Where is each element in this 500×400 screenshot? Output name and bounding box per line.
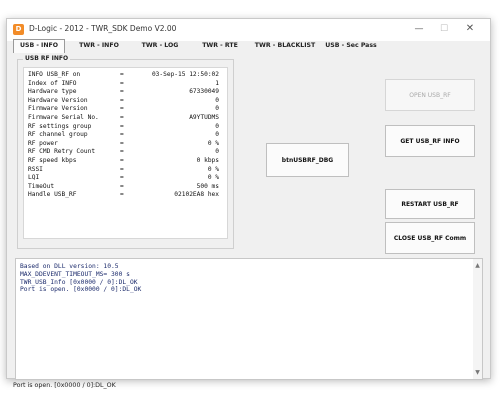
info-key: RF power (28, 139, 58, 147)
info-eq: = (120, 182, 124, 190)
info-row: RF CMD Retry Count = 0 (28, 148, 223, 157)
open-usb-rf-button[interactable]: OPEN USB_RF (385, 79, 475, 111)
app-logo-icon: D (13, 24, 24, 35)
info-row: Hardware type = 67330049 (28, 88, 223, 97)
info-row: LQI = 0 % (28, 174, 223, 183)
info-key: LQI (28, 174, 40, 182)
log-lines: Based on DLL version: 10.5 MAX_DDEVENT_T… (20, 263, 141, 294)
info-row: RF channel group = 0 (28, 131, 223, 140)
info-value: 0 % (207, 139, 219, 147)
info-value: 0 (215, 96, 219, 104)
info-row: Hardware Version = 0 (28, 97, 223, 106)
info-value: 03-Sep-15 12:50:02 (151, 71, 219, 78)
info-row: RF speed kbps = 0 kbps (28, 157, 223, 166)
info-key: RF channel group (28, 131, 88, 139)
tab-twr-blacklist[interactable]: TWR - BLACKLIST (253, 40, 317, 51)
info-eq: = (120, 71, 124, 78)
tab-usb-info[interactable]: USB - INFO (13, 39, 65, 53)
info-eq: = (120, 174, 124, 182)
info-value: 0 (215, 131, 219, 139)
info-key: RF CMD Retry Count (28, 148, 96, 156)
info-row: TimeOut = 500 ms (28, 183, 223, 192)
info-row: Index of INFO = 1 (28, 80, 223, 89)
info-eq: = (120, 96, 124, 104)
info-row: RF power = 0 % (28, 140, 223, 149)
info-eq: = (120, 165, 124, 173)
log-line: MAX_DDEVENT_TIMEOUT_MS= 300 s (20, 270, 130, 278)
get-usb-rf-info-button[interactable]: GET USB_RF INFO (385, 125, 475, 157)
info-value: 0 (215, 105, 219, 113)
info-key: INFO USB_RF on (28, 71, 81, 78)
info-value: 0 % (207, 174, 219, 182)
info-key: Firmware Version (28, 105, 88, 113)
usb-rf-info-list[interactable]: INFO USB_RF on = 03-Sep-15 12:50:02 Index … (23, 67, 228, 239)
maximize-icon[interactable]: ☐ (436, 22, 452, 36)
tab-twr-info[interactable]: TWR - INFO (71, 40, 127, 51)
info-value: 1 (215, 79, 219, 87)
info-value: 02102EA8 hex (174, 191, 219, 199)
info-eq: = (120, 122, 124, 130)
info-eq: = (120, 148, 124, 156)
info-row: RF settings group = 0 (28, 123, 223, 132)
info-eq: = (120, 88, 124, 96)
info-row: Firmware Serial No. = A9YTUDMS (28, 114, 223, 123)
close-usb-rf-comm-button[interactable]: CLOSE USB_RF Comm (385, 222, 475, 254)
info-eq: = (120, 131, 124, 139)
info-key: Index of INFO (28, 79, 77, 87)
info-eq: = (120, 79, 124, 87)
info-row: Handle USB_RF = 02102EA8 hex (28, 191, 223, 200)
info-key: RF speed kbps (28, 156, 77, 164)
restart-usb-rf-button[interactable]: RESTART USB_RF (385, 189, 475, 219)
app-window: D D-Logic - 2012 - TWR_SDK Demo V2.00 — … (6, 18, 491, 389)
info-key: Handle USB_RF (28, 191, 77, 199)
scroll-up-icon[interactable]: ▲ (473, 261, 482, 270)
usbrf-debug-button[interactable]: btnUSBRF_DBG (266, 143, 349, 177)
usb-rf-info-group: USB RF INFO INFO USB_RF on = 03-Sep-15 12:… (17, 55, 234, 249)
info-key: RF settings group (28, 122, 92, 130)
log-line: TWR_USB_Info [0x0000 / 0]:DL_OK (20, 278, 138, 286)
window-title: D-Logic - 2012 - TWR_SDK Demo V2.00 (29, 24, 177, 33)
tab-usb-sec-pass[interactable]: USB - Sec Pass (321, 40, 381, 51)
info-eq: = (120, 156, 124, 164)
info-key: Firmware Serial No. (28, 113, 99, 121)
tab-twr-log[interactable]: TWR - LOG (133, 40, 187, 51)
log-line: Based on DLL version: 10.5 (20, 263, 119, 270)
info-key: RSSI (28, 165, 43, 173)
scroll-down-icon[interactable]: ▼ (473, 368, 482, 377)
info-row: RSSI = 0 % (28, 166, 223, 175)
info-key: TimeOut (28, 182, 55, 190)
status-bar: Port is open. [0x0000 / 0]:DL_OK (13, 382, 116, 389)
info-row: INFO USB_RF on = 03-Sep-15 12:50:02 (28, 71, 223, 80)
info-value: 0 (215, 148, 219, 156)
info-eq: = (120, 139, 124, 147)
tab-twr-rte[interactable]: TWR - RTE (193, 40, 247, 51)
log-scrollbar[interactable]: ▲ ▼ (473, 259, 482, 379)
info-key: Hardware Version (28, 96, 88, 104)
info-eq: = (120, 105, 124, 113)
group-title: USB RF INFO (23, 55, 71, 62)
info-value: 0 % (207, 165, 219, 173)
info-value: A9YTUDMS (189, 113, 219, 121)
info-eq: = (120, 113, 124, 121)
log-line: Port is open. [0x0000 / 0]:DL_OK (20, 286, 142, 294)
close-icon[interactable]: ✕ (462, 22, 478, 36)
info-value: 0 (215, 122, 219, 130)
title-bar: D D-Logic - 2012 - TWR_SDK Demo V2.00 — … (7, 19, 490, 41)
log-textarea[interactable]: Based on DLL version: 10.5 MAX_DDEVENT_T… (15, 258, 483, 380)
info-key: Hardware type (28, 88, 77, 96)
info-eq: = (120, 191, 124, 199)
usb-info-panel: USB RF INFO INFO USB_RF on = 03-Sep-15 12:… (14, 54, 487, 259)
minimize-icon[interactable]: — (411, 22, 427, 36)
info-row: Firmware Version = 0 (28, 105, 223, 114)
info-value: 500 ms (196, 182, 219, 190)
info-value: 67330049 (189, 88, 219, 96)
info-value: 0 kbps (196, 156, 219, 164)
